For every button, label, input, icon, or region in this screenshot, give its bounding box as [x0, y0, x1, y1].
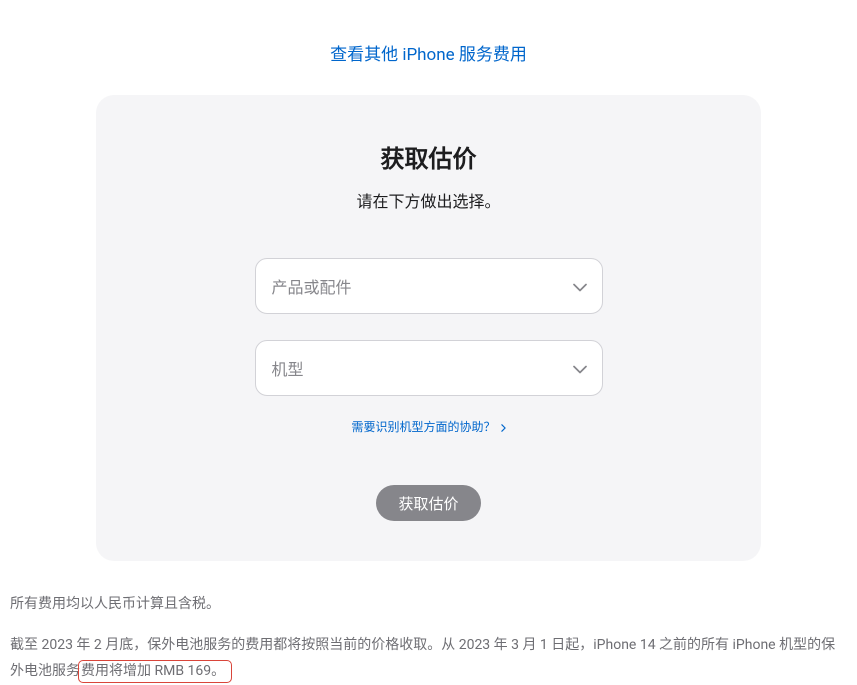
card-title: 获取估价: [136, 139, 721, 174]
footer-line-2: 截至 2023 年 2 月底，保外电池服务的费用都将按照当前的价格收取。从 20…: [10, 632, 847, 685]
view-other-iphone-fees-link[interactable]: 查看其他 iPhone 服务费用: [330, 45, 527, 65]
identify-model-help-link[interactable]: 需要识别机型方面的协助？: [352, 420, 506, 434]
product-select-placeholder: 产品或配件: [272, 274, 352, 298]
footer-disclaimer: 所有费用均以人民币计算且含税。 截至 2023 年 2 月底，保外电池服务的费用…: [0, 561, 857, 685]
chevron-right-icon: [501, 421, 506, 435]
model-select[interactable]: 机型: [255, 340, 603, 396]
card-subtitle: 请在下方做出选择。: [136, 188, 721, 212]
price-increase-highlight: 费用将增加 RMB 169。: [78, 660, 232, 683]
estimate-card: 获取估价 请在下方做出选择。 产品或配件 机型 需要识别机型方面的协助？: [96, 95, 761, 561]
model-select-placeholder: 机型: [272, 356, 304, 380]
product-select[interactable]: 产品或配件: [255, 258, 603, 314]
help-link-label: 需要识别机型方面的协助？: [352, 420, 496, 434]
get-estimate-button[interactable]: 获取估价: [376, 485, 480, 521]
footer-line-1: 所有费用均以人民币计算且含税。: [10, 591, 847, 618]
